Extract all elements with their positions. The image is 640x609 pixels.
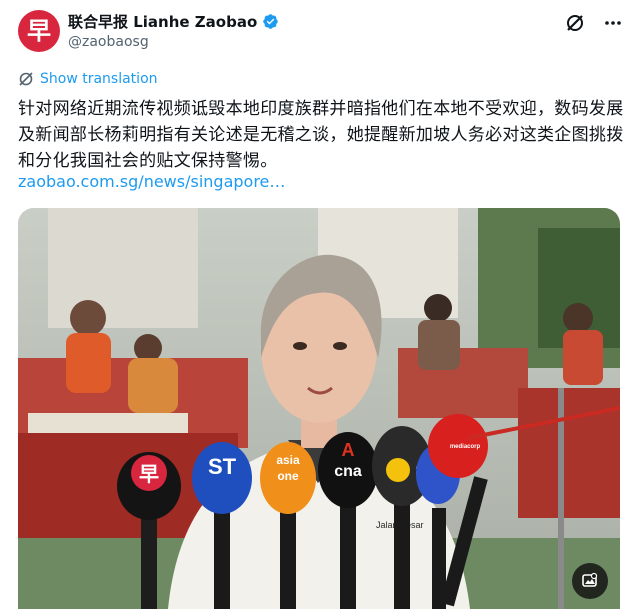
article-link[interactable]: zaobao.com.sg/news/singapore… [18,172,285,191]
asiaone-logo-top: asia [276,453,300,467]
avatar[interactable]: 早 [18,10,60,52]
verified-badge-icon [263,14,279,29]
press-conference-photo: Jalan Besar 早 ST asia one A cna mediacor… [18,208,620,609]
grok-icon[interactable] [564,12,586,34]
handle[interactable]: @zaobaosg [68,34,149,50]
image-edit-button[interactable] [572,563,608,599]
header-actions [564,12,624,34]
asiaone-logo-bottom: one [277,469,299,483]
tweet-media-photo[interactable]: Jalan Besar 早 ST asia one A cna mediacor… [18,208,620,609]
mediacorp-logo: mediacorp [450,444,481,450]
st-logo: ST [208,454,237,479]
cna-logo: cna [334,463,362,480]
show-translation-button[interactable]: Show translation [18,71,158,87]
cna-letter: A [342,440,355,460]
show-translation-label: Show translation [40,71,158,87]
zaobao-logo: 早 [139,462,159,486]
display-name[interactable]: 联合早报 Lianhe Zaobao [68,11,257,32]
avatar-logo: 早 [27,16,51,45]
translate-icon [19,72,33,86]
more-icon[interactable] [602,12,624,34]
image-edit-icon [582,572,598,587]
tweet-text: 针对网络近期流传视频诋毁本地印度族群并暗指他们在本地不受欢迎，数码发展及新闻部长… [18,99,624,171]
author-name-row[interactable]: 联合早报 Lianhe Zaobao [68,11,279,32]
